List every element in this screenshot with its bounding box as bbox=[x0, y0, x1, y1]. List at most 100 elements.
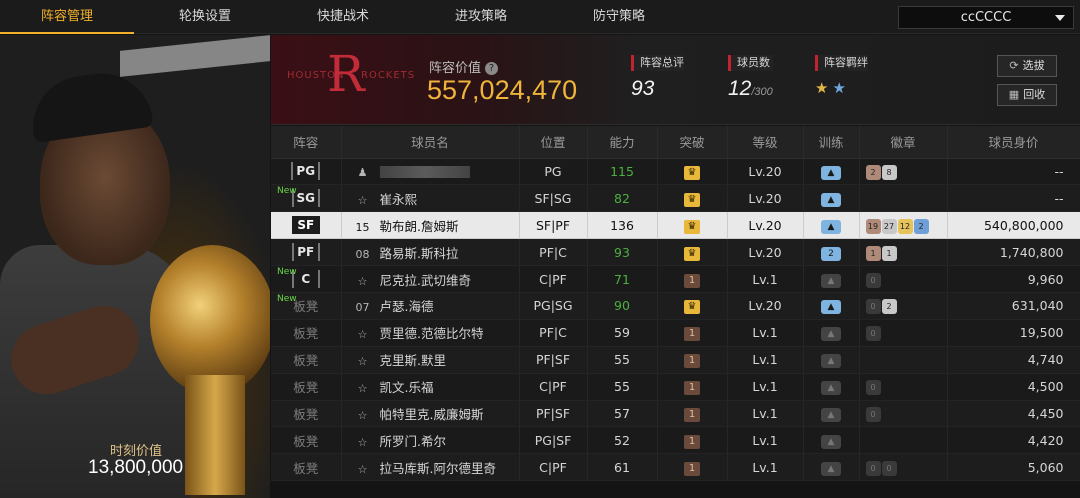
table-row[interactable]: New SG ☆ 崔永熙 SF|SG 82 ♛ Lv.20 ▲ -- bbox=[271, 184, 1080, 213]
level: Lv.1 bbox=[727, 319, 804, 347]
badge-silver-icon: 1 bbox=[881, 245, 897, 261]
col-slot[interactable]: 阵容 bbox=[271, 126, 342, 159]
jersey-number: 08 bbox=[355, 247, 370, 261]
ability: 93 bbox=[587, 238, 658, 267]
level: Lv.1 bbox=[727, 400, 804, 428]
table-row[interactable]: 板凳 ☆ 拉马库斯.阿尔德里奇 C|PF 61 1 Lv.1 ▲ 00 5,060 bbox=[271, 453, 1080, 482]
player-name: 拉马库斯.阿尔德里奇 bbox=[379, 460, 496, 476]
tab-quick-tactics[interactable]: 快捷战术 bbox=[276, 0, 410, 34]
training-icon[interactable]: ▲ bbox=[821, 300, 841, 315]
tab-lineup-management[interactable]: 阵容管理 bbox=[0, 0, 134, 34]
col-ability[interactable]: 能力 bbox=[587, 126, 658, 159]
table-row-selected[interactable]: SF 15 勒布朗.詹姆斯 SF|PF 136 ♛ Lv.20 ▲ 19 27 12 2… bbox=[271, 211, 1080, 240]
recycle-button[interactable]: ▦ 回收 bbox=[997, 84, 1057, 106]
team-logo-text-right: ROCKETS bbox=[361, 70, 416, 81]
training-icon[interactable]: ▲ bbox=[821, 461, 841, 476]
player-value: 631,040 bbox=[947, 292, 1080, 320]
team-dropdown[interactable]: ccCCCC bbox=[898, 6, 1074, 29]
col-training[interactable]: 训练 bbox=[803, 126, 860, 159]
player-name: 路易斯.斯科拉 bbox=[379, 245, 459, 261]
training-icon[interactable]: ▲ bbox=[821, 434, 841, 449]
table-row[interactable]: PF 08 路易斯.斯科拉 PF|C 93 ♛ Lv.20 2 11 1,740,… bbox=[271, 238, 1080, 267]
col-value[interactable]: 球员身价 bbox=[947, 126, 1080, 159]
ability: 115 bbox=[587, 158, 658, 186]
training-icon[interactable]: ▲ bbox=[821, 354, 841, 369]
crown-icon: ♛ bbox=[684, 246, 700, 261]
col-badges[interactable]: 徽章 bbox=[859, 126, 948, 159]
badge-silver-icon: 2 bbox=[881, 299, 897, 315]
col-breakthrough[interactable]: 突破 bbox=[657, 126, 728, 159]
top-tab-bar: 阵容管理 轮换设置 快捷战术 进攻策略 防守策略 ccCCCC bbox=[0, 0, 1080, 34]
ability: 71 bbox=[587, 265, 658, 293]
table-row[interactable]: 板凳 ☆ 凯文.乐福 C|PF 55 1 Lv.1 ▲ 0 4,500 bbox=[271, 373, 1080, 401]
avatar-icon: ♟ bbox=[357, 165, 368, 179]
table-row[interactable]: 板凳 ☆ 帕特里克.威廉姆斯 PF|SF 57 1 Lv.1 ▲ 0 4,450 bbox=[271, 400, 1080, 428]
position: PF|C bbox=[519, 238, 588, 267]
overall-rating-box: 阵容总评 93 bbox=[631, 55, 684, 101]
ability: 61 bbox=[587, 453, 658, 482]
badge-empty-icon: 0 bbox=[865, 272, 881, 288]
badge-empty-icon: 0 bbox=[865, 299, 881, 315]
position: SF|SG bbox=[519, 184, 588, 213]
player-value: 5,060 bbox=[947, 453, 1080, 482]
crown-icon: 1 bbox=[684, 381, 700, 396]
training-icon[interactable]: ▲ bbox=[821, 192, 841, 207]
refresh-icon: ⟳ bbox=[1009, 59, 1019, 72]
roster-table: 阵容 球员名 位置 能力 突破 等级 训练 徽章 球员身价 PG ♟ PG 11… bbox=[271, 126, 1080, 482]
position: C|PF bbox=[519, 373, 588, 401]
help-icon[interactable]: ? bbox=[485, 62, 499, 75]
table-row[interactable]: New C ☆ 尼克拉.武切维奇 C|PF 71 1 Lv.1 ▲ 0 9,960 bbox=[271, 265, 1080, 293]
table-row[interactable]: 板凳 ☆ 贾里德.范德比尔特 PF|C 59 1 Lv.1 ▲ 0 19,500 bbox=[271, 319, 1080, 347]
training-icon[interactable]: ▲ bbox=[821, 407, 841, 422]
tab-rotation-settings[interactable]: 轮换设置 bbox=[138, 0, 272, 34]
level: Lv.20 bbox=[727, 184, 804, 213]
moment-value: 13,800,000 bbox=[88, 457, 184, 478]
crown-icon: ♛ bbox=[684, 165, 700, 180]
slot-label: 板凳 bbox=[293, 326, 319, 342]
position: C|PF bbox=[519, 453, 588, 482]
training-icon[interactable]: ▲ bbox=[821, 273, 841, 288]
table-row[interactable]: New 板凳 07 卢瑟.海德 PG|SG 90 ♛ Lv.20 ▲ 02 631,… bbox=[271, 292, 1080, 320]
table-row[interactable]: 板凳 ☆ 所罗门.希尔 PG|SF 52 1 Lv.1 ▲ 4,420 bbox=[271, 426, 1080, 455]
table-row[interactable]: PG ♟ PG 115 ♛ Lv.20 ▲ 28 -- bbox=[271, 158, 1080, 186]
tab-defense-strategy[interactable]: 防守策略 bbox=[552, 0, 686, 34]
rockets-r-icon: R bbox=[327, 45, 365, 103]
badge-empty-icon: 0 bbox=[865, 380, 881, 396]
tab-offense-strategy[interactable]: 进攻策略 bbox=[414, 0, 548, 34]
ability: 59 bbox=[587, 319, 658, 347]
badge-empty-icon: 0 bbox=[865, 460, 881, 476]
select-button[interactable]: ⟳ 选拔 bbox=[997, 55, 1057, 77]
col-name[interactable]: 球员名 bbox=[341, 126, 520, 159]
player-count-box: 球员数 12/300 bbox=[728, 55, 773, 101]
player-name: 崔永熙 bbox=[379, 191, 418, 207]
training-icon[interactable]: ▲ bbox=[821, 165, 841, 180]
ability: 55 bbox=[587, 346, 658, 374]
crown-icon: 1 bbox=[684, 434, 700, 449]
training-icon[interactable]: ▲ bbox=[821, 327, 841, 342]
player-name: 贾里德.范德比尔特 bbox=[379, 326, 484, 342]
team-dropdown-value: ccCCCC bbox=[960, 10, 1012, 25]
lineup-value: 557,024,470 bbox=[427, 75, 578, 105]
table-row[interactable]: 板凳 ☆ 克里斯.默里 PF|SF 55 1 Lv.1 ▲ 4,740 bbox=[271, 346, 1080, 374]
training-icon[interactable]: 2 bbox=[821, 246, 841, 261]
player-value: 4,740 bbox=[947, 346, 1080, 374]
background-banner bbox=[120, 35, 270, 77]
new-tag: New bbox=[277, 293, 297, 304]
bond-icons[interactable]: ★ ★ bbox=[815, 79, 868, 97]
player-art-panel: 时刻价值 13,800,000 bbox=[0, 35, 270, 498]
player-value: 1,740,800 bbox=[947, 238, 1080, 267]
training-icon[interactable]: ▲ bbox=[821, 219, 841, 234]
lineup-value-label: 阵容价值? bbox=[429, 57, 499, 76]
star-icon: ☆ bbox=[357, 462, 368, 476]
slot-label: 板凳 bbox=[293, 380, 319, 396]
slot-label: 板凳 bbox=[293, 299, 319, 315]
col-position[interactable]: 位置 bbox=[519, 126, 588, 159]
slot-label: 板凳 bbox=[293, 406, 319, 422]
col-level[interactable]: 等级 bbox=[727, 126, 804, 159]
training-icon[interactable]: ▲ bbox=[821, 381, 841, 396]
level: Lv.20 bbox=[727, 211, 804, 240]
player-value: 540,800,000 bbox=[947, 211, 1080, 240]
crown-icon: ♛ bbox=[684, 192, 700, 207]
star-icon: ☆ bbox=[357, 408, 368, 422]
table-header-row: 阵容 球员名 位置 能力 突破 等级 训练 徽章 球员身价 bbox=[271, 126, 1080, 159]
